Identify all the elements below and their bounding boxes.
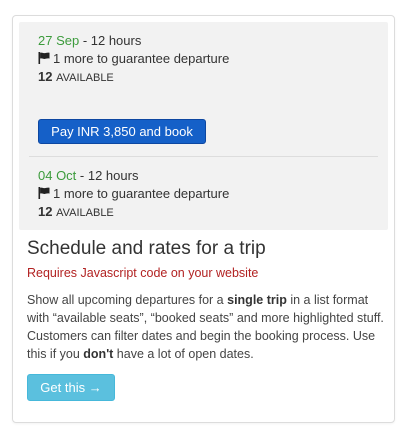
description-text: have a lot of open dates. [113, 347, 254, 361]
card-title: Schedule and rates for a trip [27, 238, 266, 259]
description-text: Show all upcoming departures for a [27, 293, 228, 307]
available-label: AVAILABLE [56, 72, 114, 84]
description-emphasis: don't [83, 347, 114, 361]
departure-date: 27 Sep [38, 33, 80, 48]
card-description: Show all upcoming departures for a singl… [27, 291, 387, 363]
departure-date-line: 04 Oct - 12 hours [38, 167, 229, 185]
guarantee-text: 1 more to guarantee departure [53, 51, 230, 66]
availability-line: 12 AVAILABLE [38, 68, 229, 87]
available-count: 12 [38, 204, 53, 219]
available-label: AVAILABLE [56, 207, 114, 219]
availability-line: 12 AVAILABLE [38, 203, 229, 222]
flag-icon [38, 187, 50, 199]
departure-date-line: 27 Sep - 12 hours [38, 32, 229, 50]
departure-item: 04 Oct - 12 hours 1 more to guarantee de… [38, 167, 229, 222]
pay-and-book-button[interactable]: Pay INR 3,850 and book [38, 119, 206, 144]
guarantee-line: 1 more to guarantee departure [38, 185, 229, 203]
divider [29, 156, 378, 157]
widget-card: 27 Sep - 12 hours 1 more to guarantee de… [12, 15, 395, 423]
get-this-button[interactable]: Get this → [27, 374, 115, 401]
departure-item: 27 Sep - 12 hours 1 more to guarantee de… [38, 32, 229, 87]
departure-duration: - 12 hours [79, 33, 142, 48]
guarantee-text: 1 more to guarantee departure [53, 186, 230, 201]
departure-duration: - 12 hours [76, 168, 139, 183]
flag-icon [38, 52, 50, 64]
guarantee-line: 1 more to guarantee departure [38, 50, 229, 68]
departure-date: 04 Oct [38, 168, 77, 183]
departures-preview: 27 Sep - 12 hours 1 more to guarantee de… [19, 22, 388, 230]
description-emphasis: single trip [227, 293, 287, 307]
available-count: 12 [38, 69, 53, 84]
requirement-note: Requires Javascript code on your website [27, 266, 259, 280]
